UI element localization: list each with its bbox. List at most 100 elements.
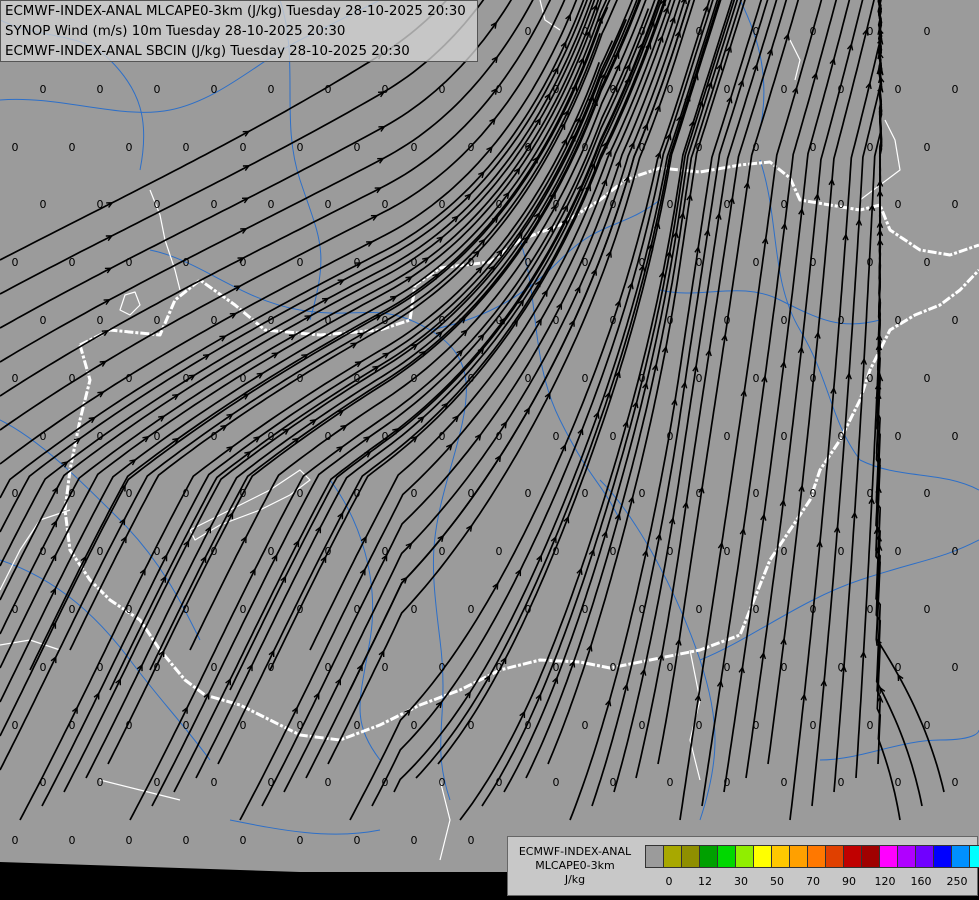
sbcin-value-label: 0	[154, 314, 161, 327]
sbcin-value-label: 0	[69, 372, 76, 385]
sbcin-value-label: 0	[126, 719, 133, 732]
sbcin-value-label: 0	[696, 25, 703, 38]
sbcin-value-label: 0	[40, 545, 47, 558]
sbcin-value-label: 0	[810, 719, 817, 732]
sbcin-value-label: 0	[496, 198, 503, 211]
sbcin-value-label: 0	[525, 487, 532, 500]
sbcin-value-label: 0	[667, 545, 674, 558]
sbcin-value-label: 0	[667, 198, 674, 211]
sbcin-value-label: 0	[895, 776, 902, 789]
legend-swatch	[682, 846, 700, 867]
sbcin-value-label: 0	[753, 141, 760, 154]
sbcin-value-label: 0	[639, 141, 646, 154]
sbcin-value-label: 0	[97, 430, 104, 443]
sbcin-value-label: 0	[952, 545, 959, 558]
sbcin-value-label: 0	[183, 719, 190, 732]
legend-tick-label: 120	[874, 875, 896, 888]
sbcin-value-label: 0	[867, 487, 874, 500]
sbcin-value-label: 0	[240, 141, 247, 154]
sbcin-value-label: 0	[354, 603, 361, 616]
sbcin-value-label: 0	[297, 256, 304, 269]
legend-swatch	[736, 846, 754, 867]
sbcin-value-label: 0	[610, 661, 617, 674]
legend-swatch	[916, 846, 934, 867]
sbcin-value-label: 0	[69, 719, 76, 732]
sbcin-value-label: 0	[411, 603, 418, 616]
sbcin-value-label: 0	[696, 603, 703, 616]
sbcin-value-label: 0	[240, 487, 247, 500]
sbcin-value-label: 0	[97, 198, 104, 211]
legend-swatch	[952, 846, 970, 867]
sbcin-value-label: 0	[411, 141, 418, 154]
sbcin-value-label: 0	[69, 256, 76, 269]
legend-tick-label: 250	[946, 875, 968, 888]
sbcin-value-label: 0	[211, 314, 218, 327]
sbcin-value-label: 0	[838, 661, 845, 674]
sbcin-value-label: 0	[667, 776, 674, 789]
sbcin-value-label: 0	[753, 256, 760, 269]
sbcin-value-label: 0	[268, 545, 275, 558]
sbcin-value-label: 0	[867, 719, 874, 732]
header-line-sbcin: ECMWF-INDEX-ANAL SBCIN (J/kg) Tuesday 28…	[5, 44, 410, 59]
sbcin-value-label: 0	[582, 141, 589, 154]
sbcin-value-label: 0	[297, 141, 304, 154]
sbcin-value-label: 0	[183, 603, 190, 616]
sbcin-value-label: 0	[12, 141, 19, 154]
sbcin-value-label: 0	[781, 776, 788, 789]
sbcin-value-label: 0	[667, 430, 674, 443]
sbcin-value-label: 0	[439, 545, 446, 558]
legend-title-unit: J/kg	[564, 873, 586, 886]
sbcin-value-label: 0	[240, 719, 247, 732]
sbcin-value-label: 0	[838, 776, 845, 789]
sbcin-value-label: 0	[154, 430, 161, 443]
sbcin-value-label: 0	[354, 719, 361, 732]
sbcin-value-label: 0	[610, 314, 617, 327]
sbcin-value-label: 0	[724, 83, 731, 96]
sbcin-value-label: 0	[724, 545, 731, 558]
sbcin-value-label: 0	[952, 83, 959, 96]
legend-swatch	[754, 846, 772, 867]
legend-tick-labels: 01230507090120160250400	[645, 875, 975, 889]
sbcin-value-label: 0	[525, 603, 532, 616]
header-line-mlcape: ECMWF-INDEX-ANAL MLCAPE0-3km (J/kg) Tues…	[5, 4, 466, 19]
legend-swatch	[664, 846, 682, 867]
sbcin-value-label: 0	[867, 256, 874, 269]
sbcin-value-label: 0	[639, 487, 646, 500]
legend-tick-label: 90	[842, 875, 856, 888]
sbcin-value-label: 0	[781, 430, 788, 443]
legend-swatch	[862, 846, 880, 867]
sbcin-value-label: 0	[496, 776, 503, 789]
sbcin-value-label: 0	[268, 198, 275, 211]
color-legend: ECMWF-INDEX-ANAL MLCAPE0-3km J/kg 0 12 30 5…	[507, 836, 979, 896]
sbcin-value-label: 0	[525, 25, 532, 38]
sbcin-value-label: 0	[268, 661, 275, 674]
sbcin-value-label: 0	[439, 661, 446, 674]
sbcin-value-label: 0	[838, 545, 845, 558]
legend-swatch	[646, 846, 664, 867]
legend-swatch	[970, 846, 979, 867]
sbcin-value-label: 0	[183, 256, 190, 269]
sbcin-value-label: 0	[610, 430, 617, 443]
legend-swatch	[790, 846, 808, 867]
sbcin-value-label: 0	[895, 430, 902, 443]
sbcin-value-label: 0	[126, 141, 133, 154]
sbcin-value-label: 0	[126, 256, 133, 269]
sbcin-value-label: 0	[952, 198, 959, 211]
sbcin-value-label: 0	[582, 603, 589, 616]
sbcin-value-label: 0	[97, 545, 104, 558]
sbcin-value-label: 0	[952, 776, 959, 789]
sbcin-value-label: 0	[411, 834, 418, 847]
sbcin-value-label: 0	[582, 25, 589, 38]
sbcin-value-label: 0	[468, 834, 475, 847]
sbcin-value-label: 0	[325, 661, 332, 674]
sbcin-value-label: 0	[781, 545, 788, 558]
sbcin-value-label: 0	[895, 545, 902, 558]
sbcin-value-label: 0	[924, 141, 931, 154]
sbcin-value-label: 0	[382, 776, 389, 789]
sbcin-value-label: 0	[211, 198, 218, 211]
sbcin-value-label: 0	[240, 834, 247, 847]
sbcin-value-label: 0	[525, 141, 532, 154]
sbcin-value-label: 0	[753, 487, 760, 500]
sbcin-value-label: 0	[924, 256, 931, 269]
sbcin-value-label: 0	[211, 776, 218, 789]
